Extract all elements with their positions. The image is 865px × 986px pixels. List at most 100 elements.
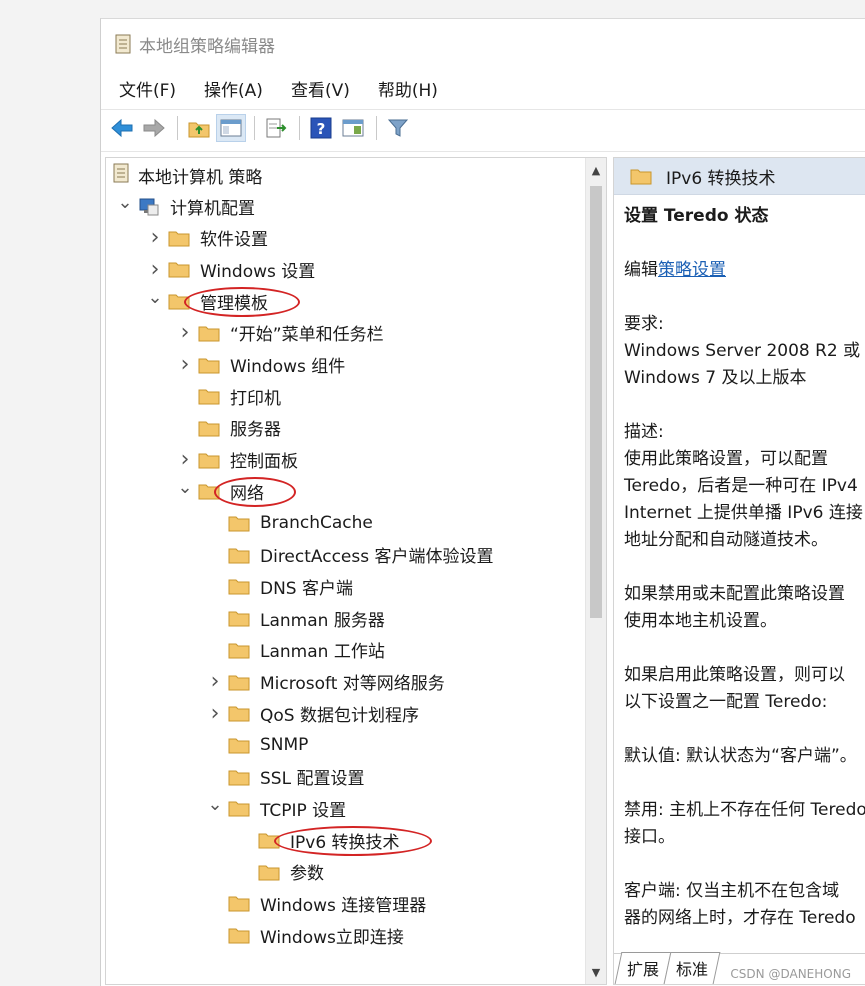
tree-item-label: 管理模板: [200, 293, 268, 314]
help-icon[interactable]: ?: [306, 114, 336, 142]
tree-item[interactable]: Windows 连接管理器: [206, 888, 426, 918]
tree-item-label: 打印机: [230, 388, 281, 409]
console-tree-pane[interactable]: 本地计算机 策略 ⌄ 计算机配置 › 软件设置 › Windows 设置 ⌄ 管理模板 › “开始…: [105, 157, 607, 985]
tree-item[interactable]: ⌄ 网络: [176, 476, 264, 506]
setting-title: 设置 Teredo 状态: [624, 206, 769, 226]
tree-item[interactable]: › 控制面板: [176, 445, 298, 475]
folder-icon: [258, 863, 280, 881]
tree-item-label: Windows 设置: [200, 261, 316, 282]
tree-item[interactable]: 服务器: [176, 413, 281, 443]
up-folder-icon[interactable]: [184, 114, 214, 142]
chevron-right-icon[interactable]: ›: [206, 669, 224, 694]
folder-icon: [228, 673, 250, 691]
tree-item[interactable]: › 软件设置: [146, 223, 268, 253]
tree-item[interactable]: Windows立即连接: [206, 920, 404, 950]
scroll-down-icon[interactable]: ▼: [586, 962, 606, 982]
folder-icon: [228, 768, 250, 786]
tree-item-label: Microsoft 对等网络服务: [260, 674, 445, 694]
scroll-up-icon[interactable]: ▲: [586, 160, 606, 180]
chevron-down-icon[interactable]: ⌄: [176, 477, 194, 498]
tree-item-label: 控制面板: [230, 452, 298, 473]
chevron-right-icon[interactable]: ›: [146, 257, 164, 282]
tree-item[interactable]: › Windows 组件: [176, 350, 346, 380]
tree-item[interactable]: Lanman 工作站: [206, 635, 385, 665]
description-line: 使用本地主机设置。: [624, 611, 777, 631]
menu-action[interactable]: 操作(A): [202, 74, 265, 103]
tree-item-label: QoS 数据包计划程序: [260, 705, 419, 726]
tree-item[interactable]: SSL 配置设置: [206, 762, 364, 792]
detail-header: IPv6 转换技术: [614, 158, 865, 195]
folder-icon: [198, 324, 220, 342]
tree-item[interactable]: Lanman 服务器: [206, 603, 385, 633]
tab-extended[interactable]: 扩展: [614, 952, 672, 984]
tree-item[interactable]: SNMP: [206, 730, 308, 760]
tree-item[interactable]: ⌄ TCPIP 设置: [206, 793, 346, 823]
detail-body: 设置 Teredo 状态 编辑策略设置 要求: Windows Server 2…: [614, 195, 865, 940]
edit-line: 编辑策略设置: [624, 257, 864, 284]
tab-standard-label: 标准: [676, 960, 709, 979]
tree-item-label: Windows 组件: [230, 357, 346, 377]
tree-item-label: Windows 连接管理器: [260, 895, 427, 916]
detail-header-title: IPv6 转换技术: [666, 168, 776, 189]
show-hide-tree-icon[interactable]: [216, 114, 246, 142]
tree-root-label: 本地计算机 策略: [138, 167, 263, 188]
detail-pane: IPv6 转换技术 设置 Teredo 状态 编辑策略设置 要求: Window…: [613, 157, 865, 985]
folder-icon: [228, 894, 250, 912]
forward-icon[interactable]: [139, 114, 169, 142]
tree-item-label: 参数: [290, 864, 324, 885]
computer-icon: [138, 197, 160, 216]
menu-help[interactable]: 帮助(H): [376, 74, 440, 103]
console-tree-icon[interactable]: [338, 114, 368, 142]
menu-view[interactable]: 查看(V): [289, 74, 352, 103]
tree-item[interactable]: 打印机: [176, 381, 281, 411]
chevron-right-icon[interactable]: ›: [206, 701, 224, 726]
folder-icon: [198, 356, 220, 374]
description-line: Internet 上提供单播 IPv6 连接: [624, 503, 863, 523]
filter-icon[interactable]: [383, 114, 413, 142]
tree-item[interactable]: ⌄ 管理模板: [146, 286, 268, 316]
tree-item[interactable]: › QoS 数据包计划程序: [206, 698, 419, 728]
folder-icon: [228, 546, 250, 564]
folder-icon: [630, 167, 652, 185]
tree-item[interactable]: ⌄ 计算机配置: [116, 191, 255, 221]
menu-file[interactable]: 文件(F): [117, 74, 178, 103]
folder-icon: [198, 419, 220, 437]
description-line: 如果启用此策略设置，则可以: [624, 665, 845, 685]
export-list-icon[interactable]: [261, 114, 291, 142]
description-line: 以下设置之一配置 Teredo:: [624, 692, 828, 712]
folder-icon: [168, 229, 190, 247]
chevron-right-icon[interactable]: ›: [176, 352, 194, 377]
folder-icon: [228, 514, 250, 532]
folder-icon: [228, 609, 250, 627]
chevron-down-icon[interactable]: ⌄: [146, 287, 164, 308]
tree-item[interactable]: › Windows 设置: [146, 254, 316, 284]
back-icon[interactable]: [107, 114, 137, 142]
chevron-right-icon[interactable]: ›: [176, 447, 194, 472]
tree-item-label: 计算机配置: [170, 198, 255, 219]
tree-item[interactable]: DirectAccess 客户端体验设置: [206, 540, 494, 570]
tree-item[interactable]: IPv6 转换技术: [236, 825, 400, 855]
group-policy-window: 本地组策略编辑器 文件(F) 操作(A) 查看(V) 帮助(H) ? 本地计算机…: [100, 18, 865, 986]
tab-extended-label: 扩展: [627, 960, 660, 979]
scroll-thumb[interactable]: [590, 186, 602, 618]
tree-item-label: Windows立即连接: [260, 927, 404, 948]
tree-scrollbar[interactable]: ▲ ▼: [585, 158, 606, 984]
tree-item-label: 软件设置: [200, 230, 268, 251]
tree-item-label: Lanman 工作站: [260, 642, 385, 663]
chevron-down-icon[interactable]: ⌄: [116, 192, 134, 213]
folder-icon: [228, 736, 250, 754]
tree-item[interactable]: › Microsoft 对等网络服务: [206, 667, 445, 697]
tree-item-label: Lanman 服务器: [260, 610, 385, 631]
edit-policy-link[interactable]: 策略设置: [658, 260, 726, 280]
tab-standard[interactable]: 标准: [663, 952, 721, 984]
folder-icon: [228, 641, 250, 659]
tree-root[interactable]: 本地计算机 策略: [112, 160, 262, 190]
tree-item[interactable]: BranchCache: [206, 508, 373, 538]
tree-item[interactable]: DNS 客户端: [206, 571, 353, 601]
chevron-right-icon[interactable]: ›: [176, 320, 194, 345]
tree-item[interactable]: › “开始”菜单和任务栏: [176, 318, 384, 348]
chevron-right-icon[interactable]: ›: [146, 225, 164, 250]
tree-item-label: IPv6 转换技术: [290, 832, 400, 853]
chevron-down-icon[interactable]: ⌄: [206, 794, 224, 815]
tree-item[interactable]: 参数: [236, 857, 324, 887]
